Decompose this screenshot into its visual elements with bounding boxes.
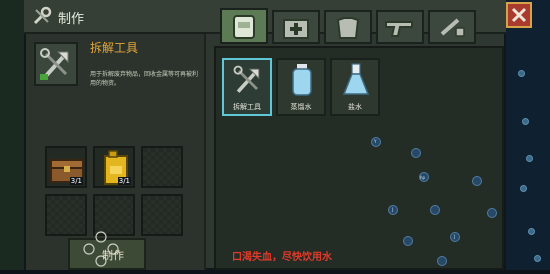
- medical-kit-icon: [283, 19, 309, 39]
- map-marker: [528, 228, 535, 235]
- tab-tools[interactable]: [428, 10, 476, 44]
- status-warning-text: 口渴失血，尽快饮用水: [232, 252, 332, 263]
- close-icon: [511, 7, 527, 23]
- ingredient-count: 3/1: [69, 177, 83, 185]
- map-node: [487, 208, 497, 218]
- tab-weapons[interactable]: [376, 10, 424, 44]
- recipe-item-disassembly-tool[interactable]: 拆解工具: [222, 58, 272, 116]
- backpack-icon: [233, 15, 255, 39]
- map-marker: [518, 70, 525, 77]
- item-description: 用于拆解废弃物品，回收金属等可再被利用的物资。: [90, 71, 199, 87]
- tab-medical[interactable]: [272, 10, 320, 44]
- window-title: 制作: [58, 12, 85, 27]
- map-node: hp: [419, 172, 429, 182]
- recipe-item-distilled-water[interactable]: 蒸馏水: [276, 58, 326, 116]
- tools-icon: [440, 18, 465, 37]
- selected-item-slot: [34, 42, 78, 86]
- water-bottle-icon: [292, 64, 312, 96]
- gun-icon: [385, 21, 413, 37]
- map-node: [403, 236, 413, 246]
- recipe-label: 拆解工具: [233, 103, 261, 111]
- recipe-label: 盐水: [348, 103, 362, 111]
- craft-button-label: 制作: [102, 249, 124, 262]
- flask-icon: [342, 63, 370, 95]
- map-marker: [534, 255, 541, 262]
- recipe-label: 蒸馏水: [290, 103, 312, 111]
- recipe-item-saltwater[interactable]: 盐水: [330, 58, 380, 116]
- map-marker: [522, 118, 529, 125]
- background-map-left: [0, 0, 24, 270]
- tab-clothing[interactable]: [324, 10, 372, 44]
- tab-backpack[interactable]: [220, 8, 268, 44]
- clothing-icon: [336, 17, 360, 39]
- ingredient-slot-empty: [141, 194, 183, 236]
- ingredient-slot[interactable]: 3/1: [45, 146, 87, 188]
- ingredient-slot-empty: [141, 146, 183, 188]
- map-node: Y: [371, 137, 381, 147]
- map-marker: [526, 155, 533, 162]
- wrench-axe-icon: [40, 48, 69, 80]
- map-node: [411, 148, 421, 158]
- map-node: J: [388, 205, 398, 215]
- wrench-screwdriver-icon: [32, 6, 52, 26]
- map-node: [430, 205, 440, 215]
- map-node: [437, 256, 447, 266]
- map-node: [472, 176, 482, 186]
- background-map-right: [506, 0, 550, 270]
- close-button[interactable]: [506, 2, 532, 28]
- ingredient-slot[interactable]: 3/1: [93, 146, 135, 188]
- map-node: J: [450, 232, 460, 242]
- map-marker: [520, 185, 527, 192]
- wrench-axe-icon: [233, 65, 260, 93]
- item-name: 拆解工具: [90, 41, 139, 55]
- ingredient-count: 3/1: [117, 177, 131, 185]
